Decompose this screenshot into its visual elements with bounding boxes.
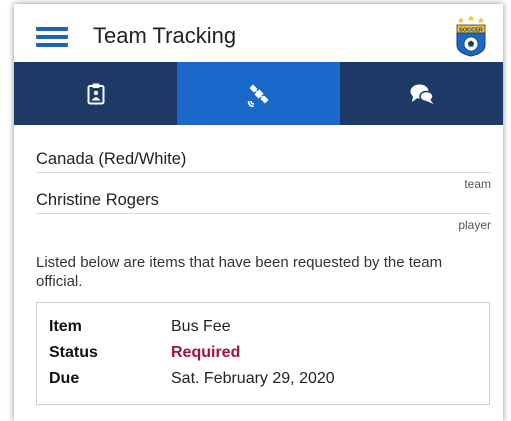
app-window: Team Tracking SOCCER Canada (Red/White) … <box>14 4 503 421</box>
status-row: Status Required <box>49 340 335 366</box>
status-label: Status <box>49 344 98 361</box>
item-label: Item <box>49 318 82 335</box>
soccer-crest-logo: SOCCER <box>454 15 488 57</box>
status-value: Required <box>171 344 241 361</box>
team-field: Canada (Red/White) team <box>36 150 491 191</box>
satellite-icon <box>247 83 269 107</box>
request-details-box: Item Bus Fee Status Required Due Sat. Fe… <box>36 302 490 405</box>
player-field: Christine Rogers player <box>36 191 491 232</box>
player-label: player <box>458 218 491 232</box>
app-bar: Team Tracking SOCCER <box>14 4 503 62</box>
tab-bar <box>14 62 503 125</box>
team-value: Canada (Red/White) <box>36 150 491 173</box>
item-value: Bus Fee <box>171 318 231 335</box>
due-label: Due <box>49 370 80 387</box>
intro-text: Listed below are items that have been re… <box>36 254 443 290</box>
team-label: team <box>464 177 491 191</box>
tab-clipboard[interactable] <box>14 62 177 125</box>
hamburger-menu-icon[interactable] <box>36 27 68 47</box>
player-value: Christine Rogers <box>36 191 491 214</box>
tab-chat[interactable] <box>340 62 503 125</box>
page-title: Team Tracking <box>93 23 237 48</box>
tab-satellite[interactable] <box>177 62 340 125</box>
clipboard-icon <box>87 83 104 104</box>
item-row: Item Bus Fee <box>49 314 335 340</box>
due-row: Due Sat. February 29, 2020 <box>49 366 335 392</box>
chat-bubbles-icon <box>410 84 434 104</box>
due-value: Sat. February 29, 2020 <box>171 370 335 387</box>
logo-text: SOCCER <box>459 27 483 33</box>
